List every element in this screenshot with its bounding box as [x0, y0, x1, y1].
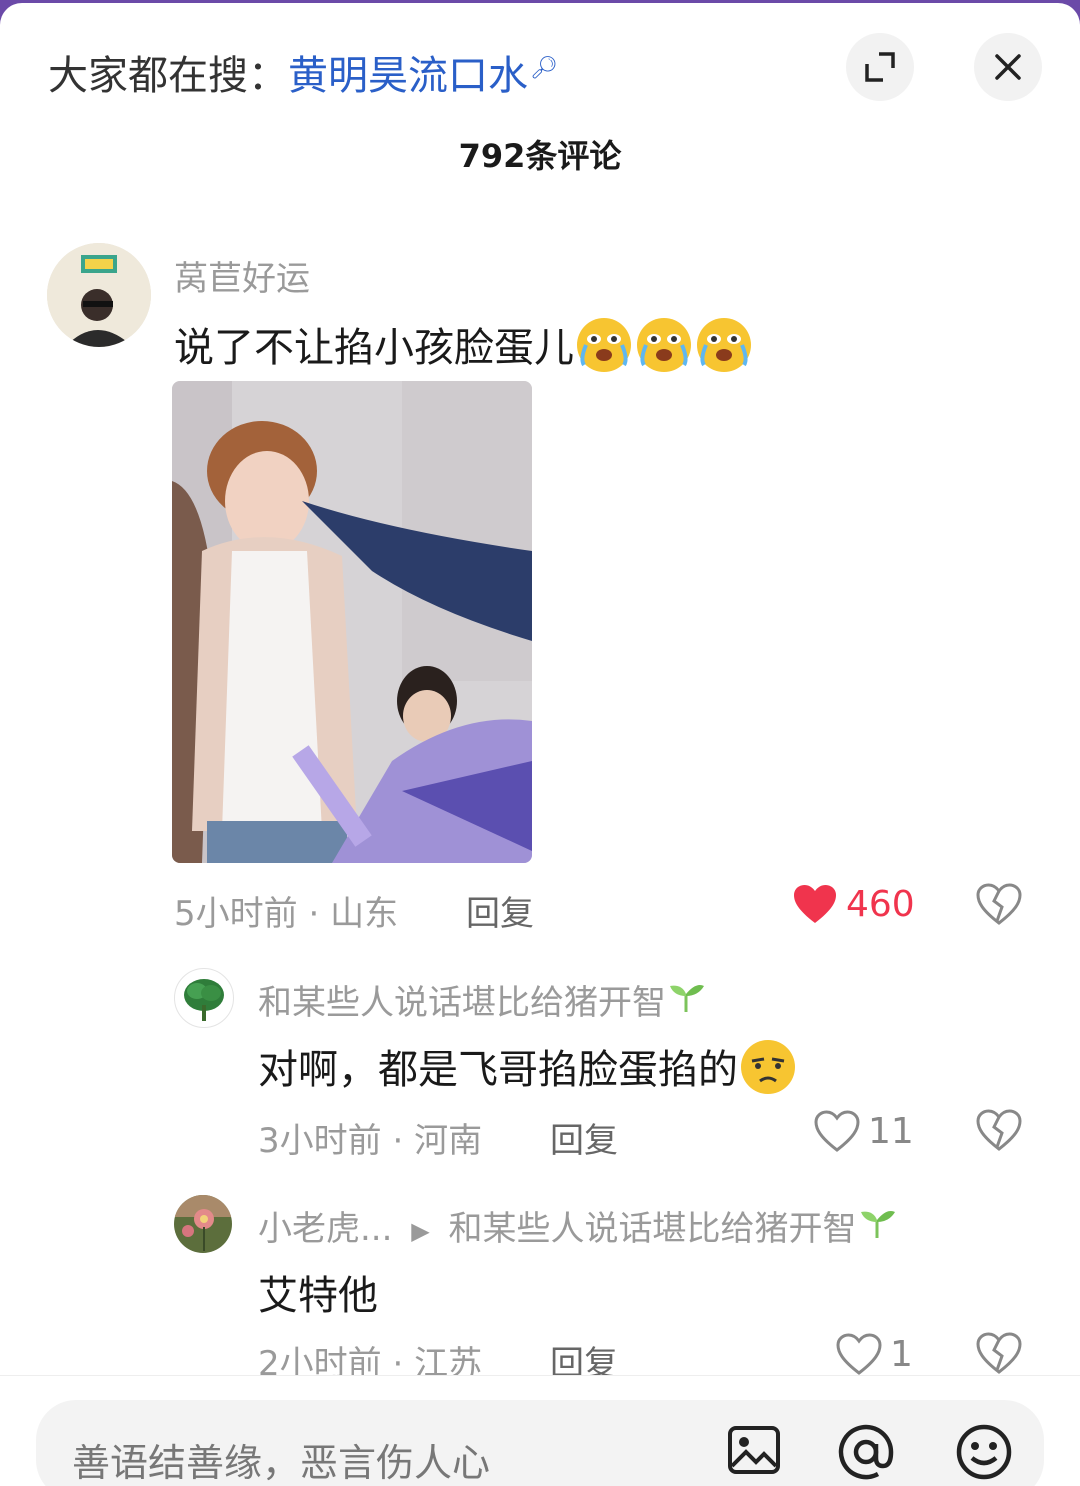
- comment-meta: 5小时前 · 山东: [174, 894, 399, 934]
- expand-button[interactable]: [846, 33, 914, 101]
- search-prefix: 大家都在搜：: [48, 53, 288, 99]
- plant-icon: [184, 979, 224, 1021]
- comment-username[interactable]: 莴苣好运: [174, 251, 310, 300]
- heart-outline-icon: [836, 1333, 882, 1375]
- reply-button[interactable]: 回复: [550, 1113, 618, 1162]
- sprout-icon: [666, 983, 706, 1023]
- reply-username-text: 和某些人说话堪比给猪开智: [258, 983, 666, 1023]
- like-button[interactable]: 460: [792, 883, 915, 925]
- comment-time: 5小时前: [174, 894, 298, 934]
- reply-text: 对啊，都是飞哥掐脸蛋掐的: [258, 1037, 798, 1107]
- comment-photo[interactable]: [172, 381, 532, 863]
- avatar-image: [47, 243, 151, 347]
- annoyed-emoji: [738, 1037, 798, 1107]
- flower-avatar-image: [174, 1195, 232, 1253]
- reply-to-arrow-icon: ▶: [411, 1216, 430, 1245]
- reply-location: 河南: [414, 1121, 483, 1161]
- like-count: 11: [868, 1110, 914, 1152]
- like-count: 1: [890, 1333, 913, 1375]
- comment-text-content: 说了不让掐小孩脸蛋儿: [174, 325, 574, 371]
- reply-username[interactable]: 小老虎... ▶ 和某些人说话堪比给猪开智: [258, 1201, 897, 1250]
- reply-text: 艾特他: [258, 1273, 378, 1319]
- comment-input-bar: 善语结善缘，恶言伤人心: [0, 1375, 1080, 1486]
- crying-laughing-emoji: [574, 315, 754, 385]
- dislike-icon[interactable]: [976, 883, 1022, 927]
- reply-to-username[interactable]: 和某些人说话堪比给猪开智: [449, 1209, 857, 1249]
- reply-username[interactable]: 和某些人说话堪比给猪开智: [258, 975, 706, 1024]
- reply-avatar[interactable]: [174, 968, 234, 1028]
- like-button[interactable]: 11: [814, 1110, 914, 1152]
- heart-filled-icon: [794, 885, 836, 923]
- search-term-link[interactable]: 黄明昊流口水: [288, 53, 528, 99]
- sprout-icon: [857, 1209, 897, 1249]
- at-mention-icon[interactable]: [836, 1422, 896, 1482]
- comment-input-placeholder: 善语结善缘，恶言伤人心: [72, 1441, 491, 1485]
- trending-search[interactable]: 大家都在搜：黄明昊流口水🔎︎: [48, 43, 558, 101]
- search-icon: 🔎︎: [530, 55, 558, 81]
- like-button[interactable]: 1: [836, 1333, 913, 1375]
- reply-meta: 3小时前 · 河南: [258, 1121, 483, 1161]
- reply-text-content: 对啊，都是飞哥掐脸蛋掐的: [258, 1047, 738, 1093]
- avatar[interactable]: [47, 243, 151, 347]
- comment-input[interactable]: 善语结善缘，恶言伤人心: [36, 1400, 1044, 1486]
- reply-time: 3小时前: [258, 1121, 382, 1161]
- photo-image: [172, 381, 532, 863]
- reply-username-text: 小老虎...: [258, 1209, 393, 1249]
- comment-text: 说了不让掐小孩脸蛋儿: [174, 315, 754, 385]
- emoji-icon[interactable]: [954, 1422, 1014, 1482]
- dislike-icon[interactable]: [976, 1332, 1022, 1376]
- reply-button[interactable]: 回复: [466, 886, 534, 935]
- dislike-icon[interactable]: [976, 1109, 1022, 1153]
- comment-count-title: 792条评论: [458, 137, 622, 175]
- like-count: 460: [846, 883, 915, 925]
- close-icon: [995, 54, 1021, 80]
- heart-outline-icon: [814, 1110, 860, 1152]
- image-icon[interactable]: [726, 1422, 782, 1478]
- comments-sheet: 大家都在搜：黄明昊流口水🔎︎ 792条评论 莴苣好运 说了不让掐小孩脸蛋儿 5小…: [0, 3, 1080, 1486]
- reply-avatar[interactable]: [174, 1195, 232, 1253]
- comment-location: 山东: [330, 894, 399, 934]
- expand-icon: [865, 52, 895, 82]
- close-button[interactable]: [974, 33, 1042, 101]
